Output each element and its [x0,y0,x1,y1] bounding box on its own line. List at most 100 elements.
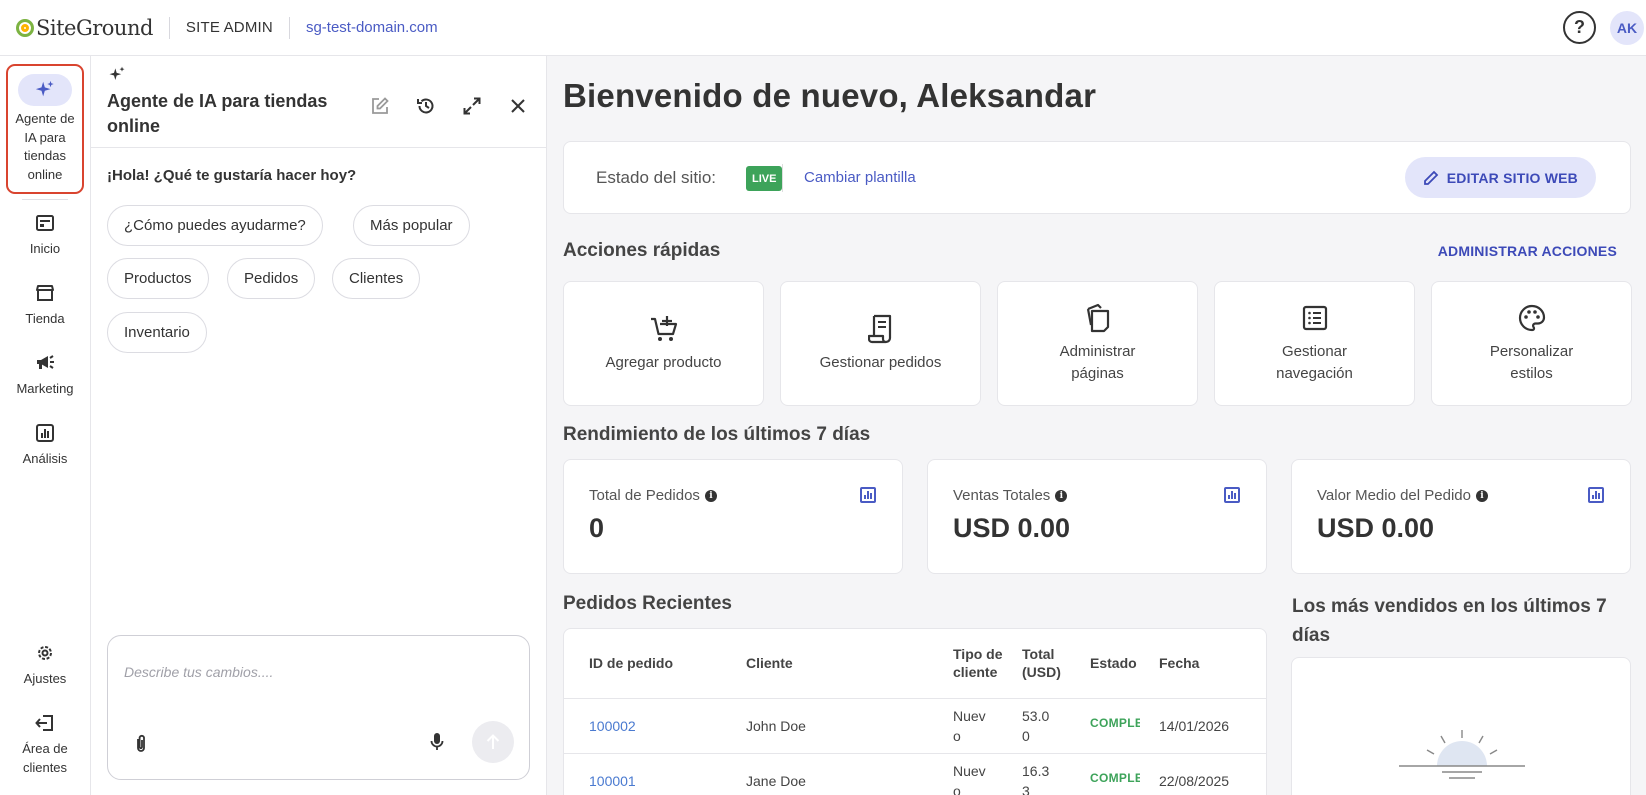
order-customer: Jane Doe [746,753,953,795]
expand-icon[interactable] [454,88,490,124]
quick-action-label: Gestionar navegación [1276,342,1353,382]
chat-title: Agente de IA para tiendas online [107,91,328,136]
column-header: ID de pedido [564,629,746,699]
add-cart-icon [649,314,679,344]
chat-input[interactable]: Describe tus cambios.... [107,635,530,780]
stat-label: Valor Medio del Pedido i [1317,487,1488,504]
column-header: Total (USD) [1022,629,1090,699]
info-icon[interactable]: i [1475,489,1488,502]
suggestion-chip[interactable]: ¿Cómo puedes ayudarme? [107,205,323,246]
home-icon [35,213,55,233]
siteground-logo[interactable]: SiteGround [16,16,153,40]
stat-value: USD 0.00 [953,513,1071,543]
quick-action-customize-styles[interactable]: Personalizar estilos [1431,281,1632,406]
nav-item-ajustes[interactable]: Ajustes [0,643,90,688]
site-admin-label: SITE ADMIN [185,19,273,36]
table-row[interactable]: 100002 John Doe Nuevo 53.00 COMPLETADO 1… [564,698,1266,754]
nav-label-tienda: Tienda [25,311,65,326]
nav-item-inicio[interactable]: Inicio [0,213,90,258]
nav-divider [22,199,68,200]
receipt-icon [866,314,896,344]
nav-item-analisis[interactable]: Análisis [0,423,90,468]
avatar[interactable]: AK [1610,10,1644,45]
pencil-icon [1423,170,1438,185]
suggestion-chip[interactable]: Inventario [107,312,207,353]
logout-icon [35,713,55,733]
manage-actions-link[interactable]: ADMINISTRAR ACCIONES [1438,243,1617,259]
status-badge: LIVE [746,166,783,191]
chart-icon[interactable] [860,487,876,503]
status-label: Estado del sitio: [596,168,717,187]
top-bar: SiteGround SITE ADMIN sg-test-domain.com… [0,0,1646,56]
table-row[interactable]: 100001 Jane Doe Nuevo 16.33 COMPLETADO 2… [564,753,1266,795]
quick-action-label: Agregar producto [605,353,722,371]
nav-item-area-clientes[interactable]: Área de clientes [0,713,90,777]
nav-ai-agent-label: Agente de IA para tiendas online [15,111,75,182]
chat-input-placeholder: Describe tus cambios.... [124,664,274,680]
order-id-link[interactable]: 100001 [589,773,636,789]
nav-label-ajustes: Ajustes [23,671,67,686]
nav-label-analisis: Análisis [22,451,68,466]
page-title: Bienvenido de nuevo, Aleksandar [563,77,1097,114]
domain-link[interactable]: sg-test-domain.com [306,19,438,36]
gear-icon [35,643,55,663]
stat-card-total-orders: Total de Pedidos i 0 [563,459,903,574]
quick-action-manage-navigation[interactable]: Gestionar navegación [1214,281,1415,406]
divider [91,147,547,148]
quick-action-label: Administrar páginas [1059,342,1136,382]
suggestion-chip[interactable]: Pedidos [227,258,316,299]
divider [782,164,783,192]
suggestion-chip[interactable]: Productos [107,258,209,299]
suggestion-chip[interactable]: Más popular [353,205,470,246]
send-button[interactable] [472,721,514,763]
quick-action-manage-orders[interactable]: Gestionar pedidos [780,281,981,406]
column-header: Cliente [746,629,953,699]
history-icon[interactable] [408,88,444,124]
stat-label: Ventas Totales i [953,487,1068,504]
bestsellers-card [1291,657,1631,795]
order-id-link[interactable]: 100002 [589,718,636,734]
store-icon [35,283,55,303]
quick-action-add-product[interactable]: Agregar producto [563,281,764,406]
edit-site-button[interactable]: EDITAR SITIO WEB [1404,157,1596,198]
nav-item-marketing[interactable]: Marketing [0,353,90,398]
sparkles-icon [18,74,72,106]
quick-actions-title: Acciones rápidas [563,240,721,261]
nav-label-marketing: Marketing [16,381,74,396]
edit-site-label: EDITAR SITIO WEB [1446,169,1578,186]
order-customer: John Doe [746,698,953,754]
arrow-up-icon [486,734,500,749]
megaphone-icon [35,353,55,373]
sparkles-icon [107,65,127,90]
suggestion-chip[interactable]: Clientes [332,258,421,299]
order-status: COMPLETADO [1090,771,1140,785]
bestsellers-title: Los más vendidos en los últimos 7 días [1292,596,1607,646]
chart-icon[interactable] [1224,487,1240,503]
column-header: Tipo de cliente [953,629,1022,699]
nav-item-tienda[interactable]: Tienda [0,283,90,328]
orders-table: ID de pedido Cliente Tipo de cliente Tot… [564,629,1266,795]
recent-orders-card: ID de pedido Cliente Tipo de cliente Tot… [563,628,1267,795]
info-icon[interactable]: i [1055,489,1068,502]
close-icon[interactable] [500,88,536,124]
chat-greeting: ¡Hola! ¿Qué te gustaría hacer hoy? [107,167,357,184]
chart-icon[interactable] [1588,487,1604,503]
dashboard-main: Bienvenido de nuevo, Aleksandar Estado d… [547,56,1646,795]
microphone-icon[interactable] [430,732,444,757]
list-icon [1300,303,1330,333]
sunrise-icon [1399,730,1525,779]
quick-action-manage-pages[interactable]: Administrar páginas [997,281,1198,406]
order-customer-type: Nuevo [953,698,1022,754]
palette-icon [1517,303,1547,333]
table-header-row: ID de pedido Cliente Tipo de cliente Tot… [564,629,1266,699]
new-chat-icon[interactable] [362,88,398,124]
change-template-link[interactable]: Cambiar plantilla [804,169,916,186]
order-date: 22/08/2025 [1159,753,1266,795]
column-header: Fecha [1159,629,1266,699]
paperclip-icon[interactable] [134,734,148,759]
nav-item-ai-agent[interactable]: Agente de IA para tiendas online [6,64,84,194]
help-button[interactable]: ? [1563,11,1596,44]
stat-card-total-sales: Ventas Totales i USD 0.00 [927,459,1267,574]
stat-value: 0 [589,513,605,543]
info-icon[interactable]: i [704,489,717,502]
